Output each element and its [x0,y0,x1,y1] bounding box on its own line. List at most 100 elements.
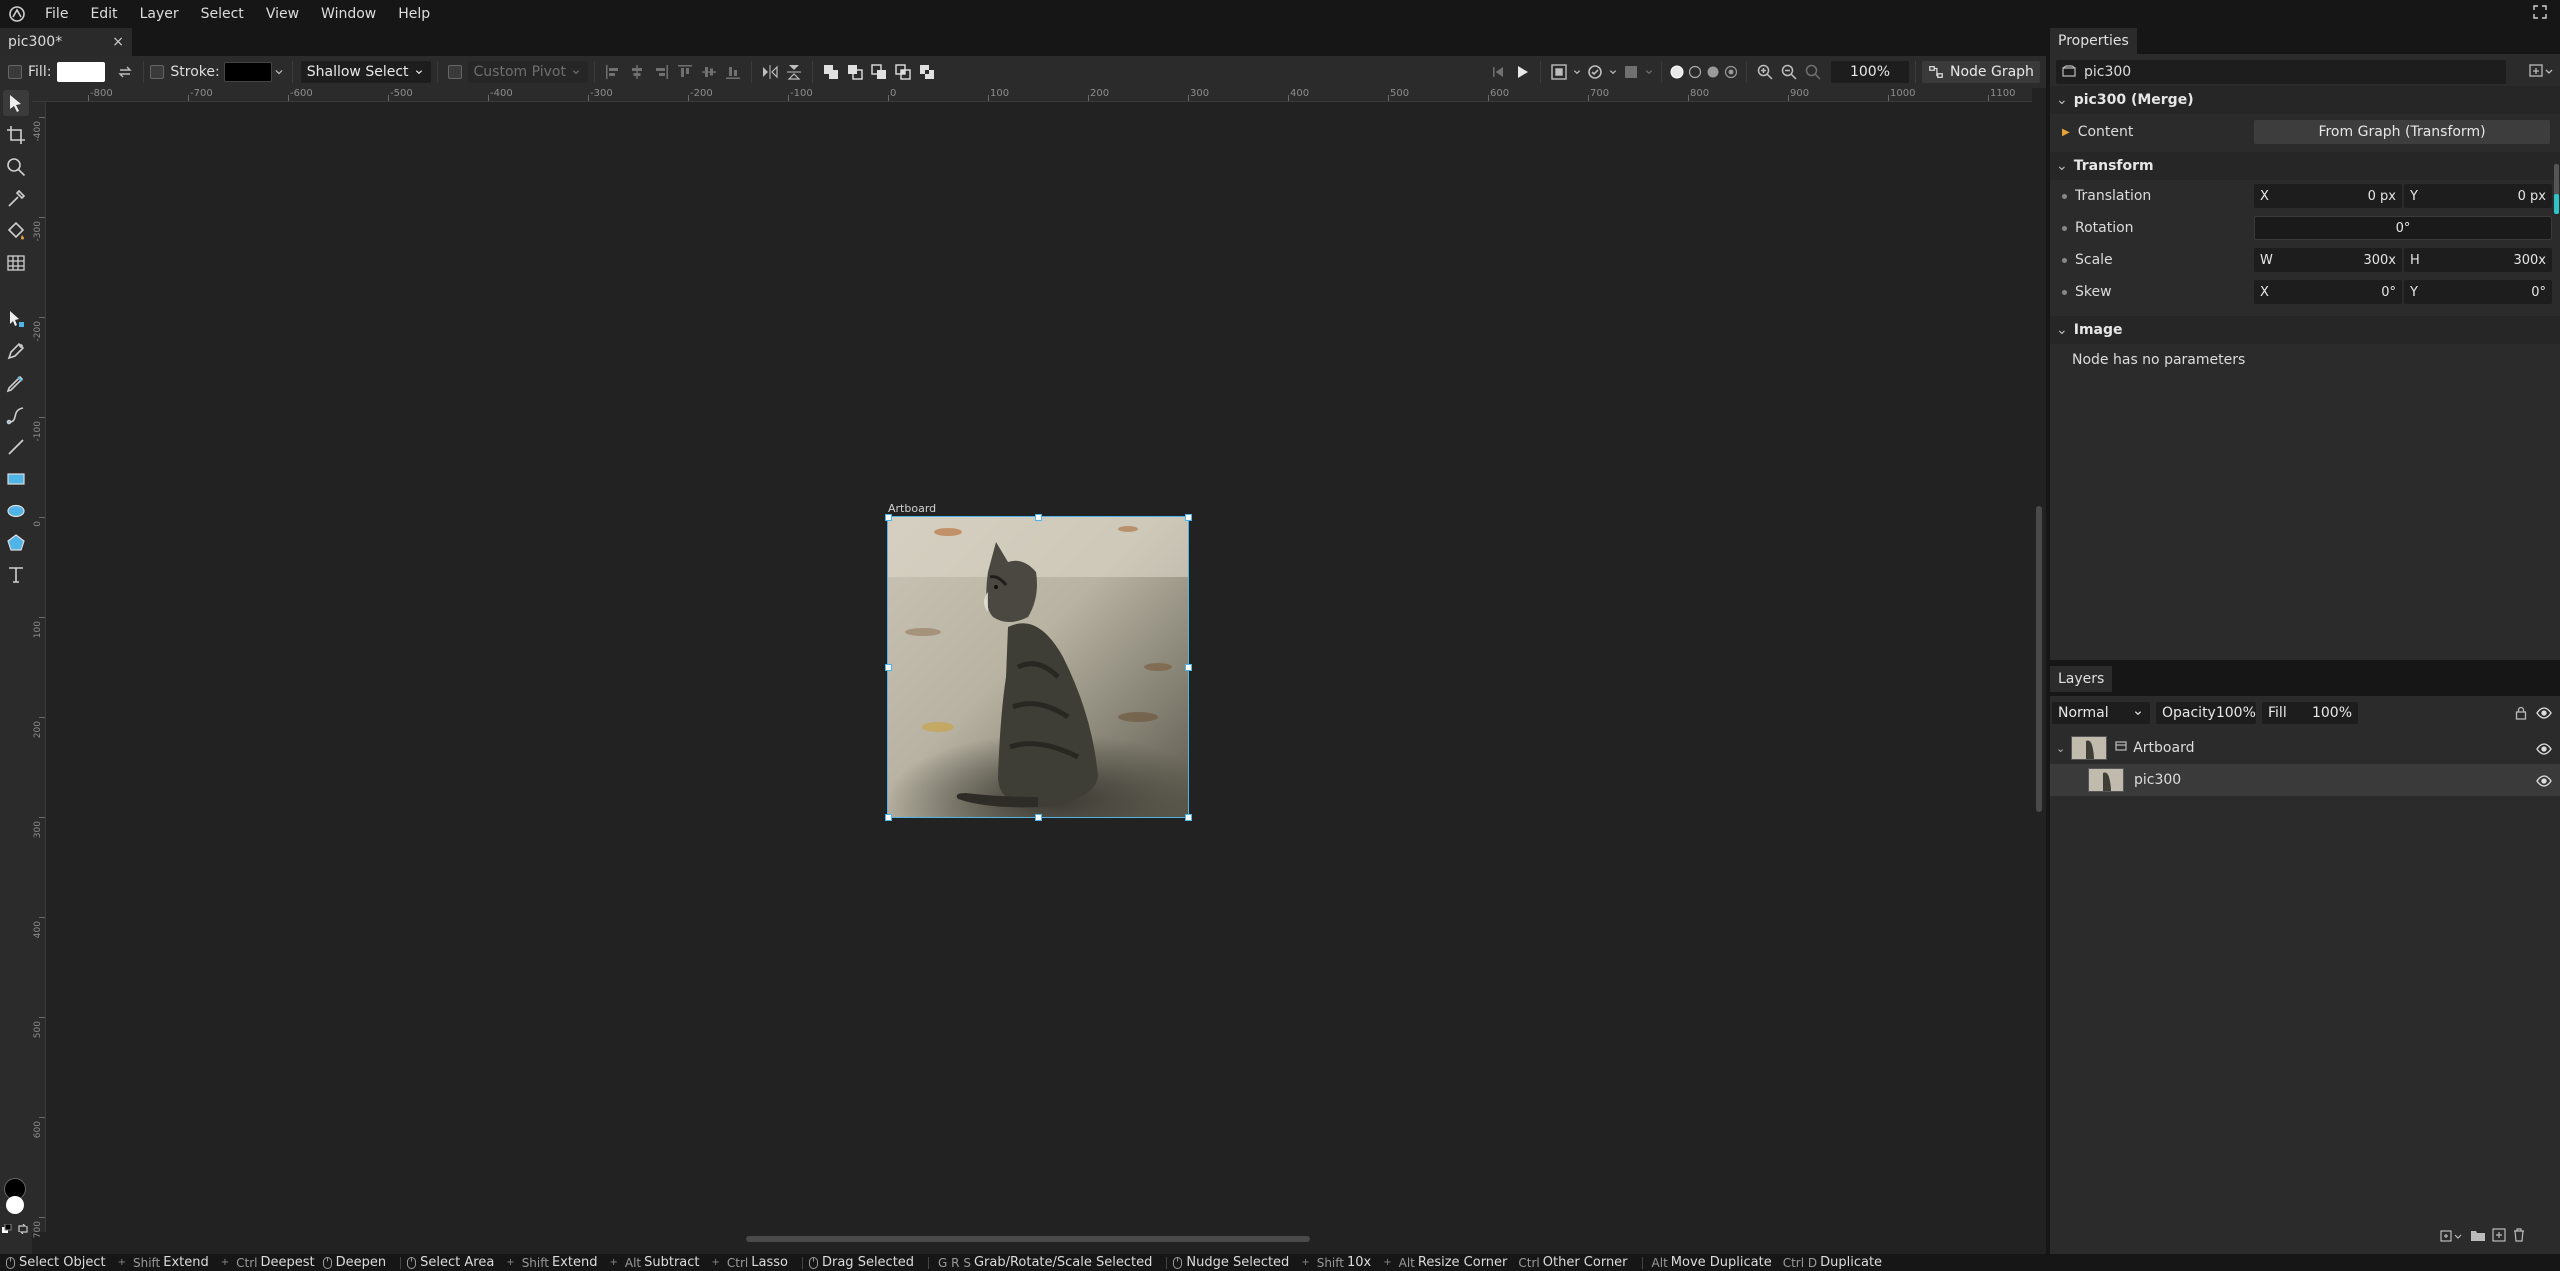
vertical-scrollbar[interactable] [2032,88,2046,1234]
artboard-label[interactable]: Artboard [888,502,936,515]
opacity-field[interactable]: Opacity 100% [2156,702,2256,724]
render-mode-pixel-icon[interactable] [1704,60,1722,84]
app-logo-icon[interactable] [0,0,34,28]
stroke-color-swatch[interactable] [223,62,272,82]
align-center-icon[interactable] [625,60,649,84]
close-icon[interactable]: × [112,34,124,50]
artboard[interactable] [887,516,1189,818]
scale-w-field[interactable]: W 300x [2254,248,2402,272]
vertical-ruler[interactable]: -400 -300 -200 -100 0 100 200 300 400 500 600 700 [32,102,46,1238]
expand-triangle-icon[interactable]: ▶ [2062,127,2070,138]
eye-icon[interactable] [2536,706,2552,724]
select-mode-dropdown[interactable]: Shallow Select [300,61,431,83]
eyedropper-tool-icon[interactable] [3,186,29,212]
navigate-tool-icon[interactable] [3,154,29,180]
boolean-intersect-icon[interactable] [891,60,915,84]
chevron-down-icon[interactable] [1643,60,1655,84]
new-layer-icon[interactable] [2492,1228,2506,1246]
secondary-color-swatch[interactable] [6,1196,24,1214]
layer-row-pic300[interactable]: pic300 [2050,764,2560,796]
boolean-union-icon[interactable] [819,60,843,84]
overlays-icon[interactable] [1583,60,1607,84]
resize-handle-left[interactable] [885,664,892,671]
fullscreen-icon[interactable] [2532,4,2552,24]
snapping-icon[interactable] [1547,60,1571,84]
horizontal-ruler[interactable]: -800 -700 -600 -500 -400 -300 -200 -100 0 100 200 3… [32,88,2032,102]
skew-x-field[interactable]: X 0° [2254,280,2402,304]
new-folder-icon[interactable] [2470,1228,2486,1246]
menu-window[interactable]: Window [310,0,387,28]
pen-tool-icon[interactable] [3,338,29,364]
menu-file[interactable]: File [34,0,79,28]
zoom-reset-icon[interactable] [1801,60,1825,84]
zoom-in-icon[interactable] [1753,60,1777,84]
flip-horizontal-icon[interactable] [758,60,782,84]
skew-y-field[interactable]: Y 0° [2404,280,2552,304]
menu-select[interactable]: Select [190,0,255,28]
flip-vertical-icon[interactable] [782,60,806,84]
spline-tool-icon[interactable] [3,402,29,428]
resize-handle-top-right[interactable] [1185,514,1192,521]
rectangle-tool-icon[interactable] [3,466,29,492]
boolean-subtract-back-icon[interactable] [867,60,891,84]
custom-pivot-checkbox[interactable] [447,65,462,79]
render-mode-outline-icon[interactable] [1686,60,1704,84]
gradient-tool-icon[interactable] [3,250,29,276]
zoom-out-icon[interactable] [1777,60,1801,84]
properties-scrollbar[interactable] [2554,164,2559,214]
scale-h-field[interactable]: H 300x [2404,248,2552,272]
node-section-header[interactable]: ⌄ pic300 (Merge) [2050,86,2560,114]
menu-edit[interactable]: Edit [79,0,128,28]
resize-handle-bottom-right[interactable] [1185,814,1192,821]
swap-colors-icon[interactable] [18,1222,28,1235]
align-right-icon[interactable] [649,60,673,84]
cat-photo-image[interactable] [888,517,1188,817]
grid-icon[interactable] [1619,60,1643,84]
resize-handle-bottom-left[interactable] [885,814,892,821]
eye-icon[interactable] [2536,774,2552,792]
node-graph-button[interactable]: Node Graph [1922,61,2040,83]
chevron-down-icon[interactable] [1571,60,1583,84]
resize-handle-bottom[interactable] [1035,814,1042,821]
properties-name-field[interactable]: pic300 [2056,60,2506,84]
fill-color-swatch[interactable] [57,62,106,82]
align-middle-icon[interactable] [697,60,721,84]
vertical-scroll-thumb[interactable] [2036,506,2042,812]
chevron-down-icon[interactable] [272,60,286,84]
translation-y-field[interactable]: Y 0 px [2404,184,2552,208]
image-section-header[interactable]: ⌄ Image [2050,316,2560,344]
resize-handle-right[interactable] [1185,664,1192,671]
menu-view[interactable]: View [255,0,310,28]
blend-mode-dropdown[interactable]: Normal [2052,702,2150,724]
stroke-checkbox[interactable] [150,65,165,79]
fill-field[interactable]: Fill 100% [2262,702,2358,724]
horizontal-scroll-thumb[interactable] [746,1236,1310,1242]
path-tool-icon[interactable] [3,306,29,332]
boolean-difference-icon[interactable] [915,60,939,84]
align-top-icon[interactable] [673,60,697,84]
fill-tool-icon[interactable] [3,218,29,244]
swap-colors-icon[interactable] [113,60,137,84]
content-source-button[interactable]: From Graph (Transform) [2254,120,2550,144]
play-icon[interactable] [1510,60,1534,84]
custom-pivot-dropdown[interactable]: Custom Pivot [467,61,588,83]
node-graph-layer-icon[interactable] [2440,1228,2462,1248]
transform-section-header[interactable]: ⌄ Transform [2050,152,2560,180]
align-bottom-icon[interactable] [721,60,745,84]
properties-options-icon[interactable] [2528,62,2554,84]
document-tab[interactable]: pic300* × [0,28,132,56]
menu-layer[interactable]: Layer [129,0,190,28]
resize-handle-top[interactable] [1035,514,1042,521]
ellipse-tool-icon[interactable] [3,498,29,524]
skip-back-icon[interactable] [1486,60,1510,84]
reset-colors-icon[interactable] [2,1222,12,1233]
chevron-down-icon[interactable] [1607,60,1619,84]
layers-tab[interactable]: Layers [2050,666,2113,692]
menu-help[interactable]: Help [387,0,441,28]
text-tool-icon[interactable] [3,562,29,588]
zoom-input[interactable]: 100% [1831,61,1909,83]
crop-artboard-tool-icon[interactable] [3,122,29,148]
horizontal-scrollbar[interactable] [46,1232,2032,1246]
line-tool-icon[interactable] [3,434,29,460]
layer-row-artboard[interactable]: ⌄ Artboard [2050,732,2560,764]
